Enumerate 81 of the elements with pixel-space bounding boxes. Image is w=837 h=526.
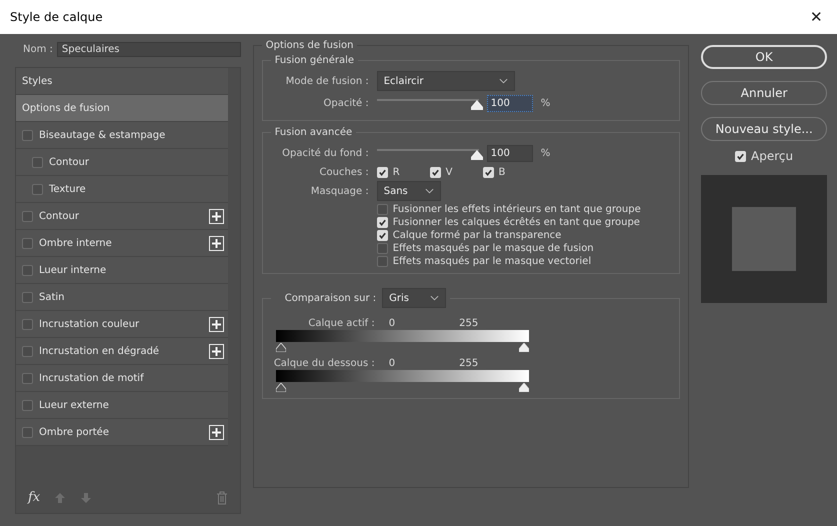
blend-if-dropdown[interactable]: Gris (382, 288, 446, 308)
range-value: 255 (459, 318, 478, 328)
checkbox[interactable] (22, 264, 33, 276)
add-icon[interactable] (208, 208, 224, 224)
style-label: Texture (49, 184, 87, 194)
add-icon[interactable] (208, 424, 224, 440)
chevron-down-icon (424, 188, 434, 194)
style-label: Styles (22, 76, 54, 86)
add-icon[interactable] (208, 236, 224, 250)
style-label: Ombre interne (39, 238, 113, 248)
section-title: Fusion générale (274, 55, 356, 66)
checkbox[interactable] (22, 400, 33, 410)
style-label: Satin (39, 292, 66, 302)
checkbox[interactable] (22, 238, 33, 248)
fx-button[interactable]: fx (28, 490, 40, 505)
style-label: Lueur externe (39, 400, 110, 410)
style-label: Incrustation en dégradé (39, 346, 160, 356)
preview-checkbox[interactable]: Aperçu (701, 149, 828, 163)
knockout-dropdown[interactable]: Sans (376, 181, 441, 201)
channel-checkbox[interactable]: V (430, 166, 453, 178)
unit-label: % (540, 98, 550, 108)
option-checkbox[interactable]: Fusionner les effets intérieurs en tant que groupe (376, 204, 672, 215)
section-title: Options de fusion (264, 40, 354, 51)
style-label: Lueur interne (39, 264, 108, 276)
opacity-field[interactable]: 100 (486, 94, 533, 112)
field-label: Opacité du fond : (281, 148, 369, 158)
close-button[interactable]: ✕ (804, 6, 829, 28)
check-icon (484, 168, 493, 176)
name-field[interactable]: Speculaires (56, 42, 241, 57)
checkbox[interactable] (22, 346, 33, 356)
checkbox[interactable] (22, 426, 33, 438)
range-value: 255 (459, 358, 478, 368)
slider-thumb[interactable] (470, 150, 483, 160)
field-label: Comparaison sur : (284, 292, 376, 304)
style-label: Incrustation de motif (39, 372, 145, 384)
dialog-button[interactable]: Annuler (701, 81, 828, 105)
range-value: 0 (388, 358, 396, 368)
blend-mode-dropdown[interactable]: Eclaircir (376, 71, 515, 91)
checkbox[interactable] (32, 184, 43, 194)
check-icon (430, 168, 440, 176)
checkbox[interactable] (32, 156, 43, 168)
unit-label: % (540, 148, 550, 158)
add-icon[interactable] (208, 316, 224, 332)
checkbox[interactable] (22, 210, 33, 222)
style-label: Contour (49, 156, 90, 168)
range-label: Calque du dessous : (272, 358, 375, 368)
style-label: Incrustation couleur (39, 318, 140, 330)
checkbox[interactable] (22, 292, 33, 302)
style-item[interactable]: Options de fusion (16, 95, 228, 122)
fill-opacity-field[interactable]: 100 (486, 144, 533, 162)
add-icon[interactable] (208, 344, 224, 358)
field-label: Mode de fusion : (284, 76, 369, 86)
style-label: Ombre portée (39, 426, 110, 438)
dialog-button[interactable]: Nouveau style... (701, 117, 828, 141)
name-label: Nom : (23, 44, 53, 55)
checkbox[interactable] (22, 130, 33, 140)
option-checkbox[interactable]: Fusionner les calques écrêtés en tant que groupe (376, 217, 672, 228)
dialog-button[interactable]: OK (701, 45, 828, 69)
checkbox[interactable] (22, 318, 33, 330)
checkbox[interactable] (22, 372, 33, 384)
gradient-range-slider[interactable] (276, 330, 529, 352)
slider-thumb[interactable] (470, 100, 483, 110)
chevron-down-icon (430, 295, 440, 301)
option-checkbox[interactable]: Effets masqués par le masque de fusion (376, 243, 672, 254)
chevron-down-icon (498, 78, 508, 84)
style-label: Contour (39, 210, 80, 222)
option-checkbox[interactable]: Calque formé par la transparence (376, 230, 672, 241)
window-title: Style de calque (10, 10, 103, 24)
check-icon (378, 168, 387, 176)
range-value: 0 (388, 318, 396, 328)
style-label: Options de fusion (22, 102, 111, 114)
option-checkbox[interactable]: Effets masqués par le masque vectoriel (376, 256, 672, 267)
range-label: Calque actif : (307, 318, 375, 328)
style-label: Biseautage & estampage (39, 130, 166, 140)
gradient-range-slider[interactable] (276, 370, 529, 392)
check-icon (736, 152, 746, 160)
channel-checkbox[interactable]: R (376, 166, 400, 178)
field-label: Couches : (318, 166, 369, 178)
field-label: Opacité : (322, 98, 369, 108)
field-label: Masquage : (310, 186, 369, 196)
section-title: Fusion avancée (274, 127, 354, 138)
